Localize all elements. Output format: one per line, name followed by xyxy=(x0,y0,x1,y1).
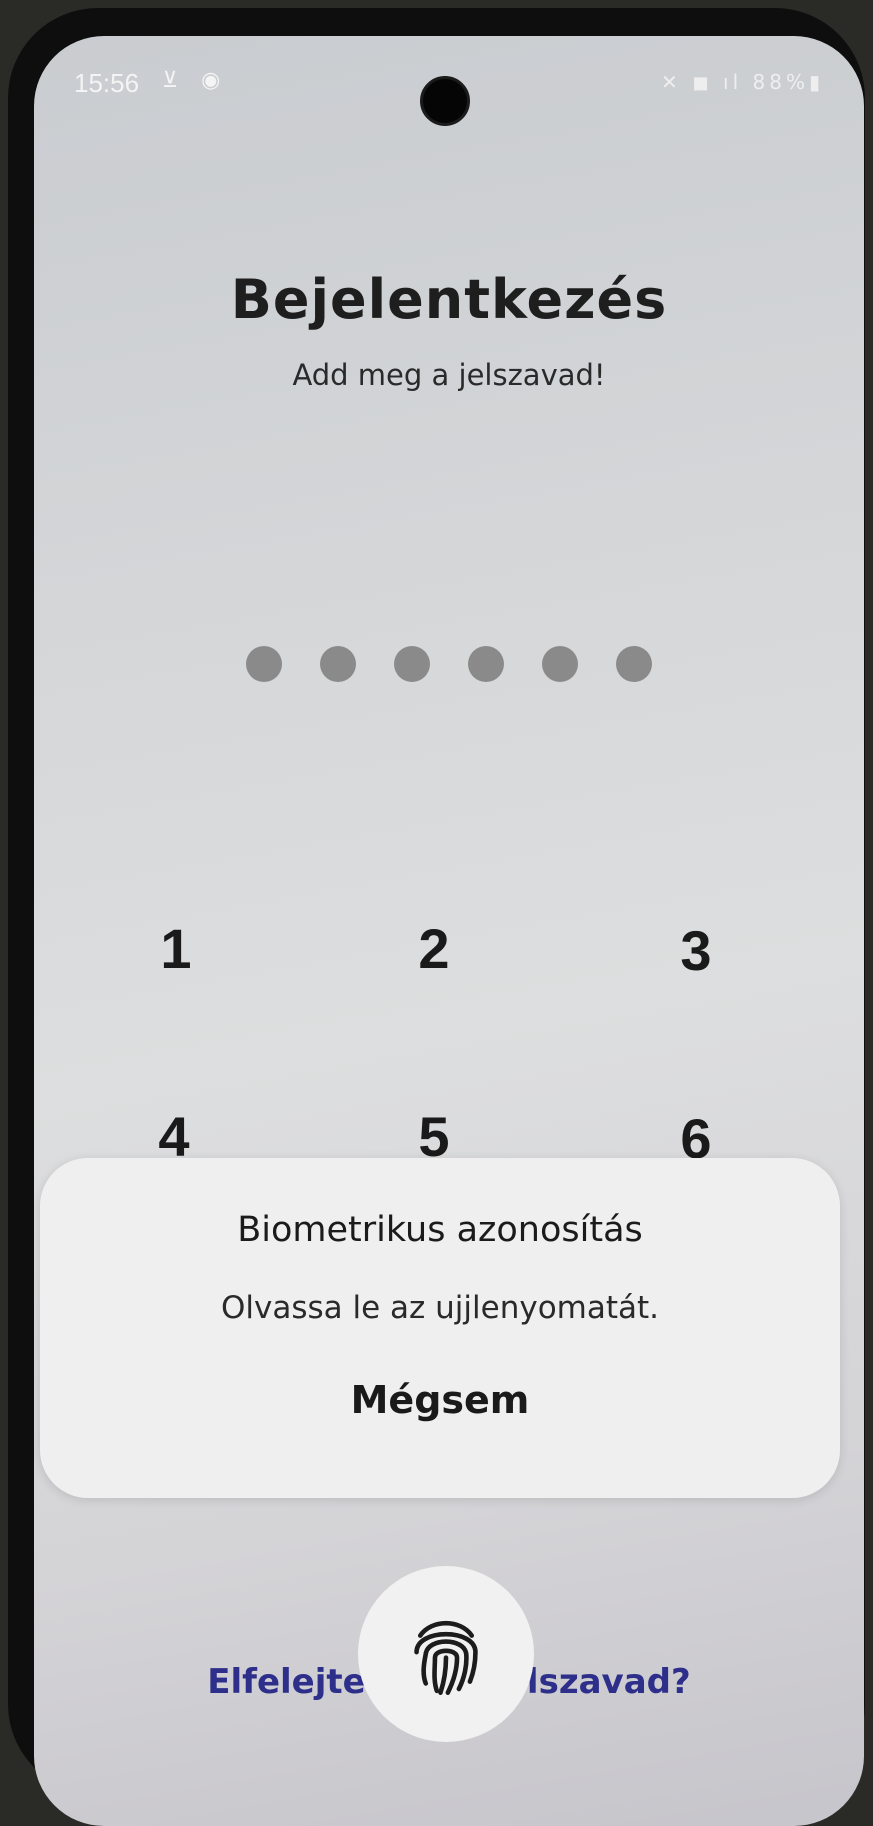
status-time: 15:56 xyxy=(74,68,140,98)
dialog-title: Biometrikus azonosítás xyxy=(237,1210,643,1250)
pin-dot xyxy=(320,646,356,682)
biometric-dialog: Biometrikus azonosítás Olvassa le az ujj… xyxy=(40,1158,840,1498)
status-notification-icons: ⊻ ◉ xyxy=(162,68,229,93)
front-camera-cutout xyxy=(420,76,470,126)
dialog-message: Olvassa le az ujjlenyomatát. xyxy=(220,1290,660,1326)
page-title: Bejelentkezés xyxy=(230,268,668,331)
keypad-key-1[interactable]: 1 xyxy=(116,916,236,981)
page-subtitle: Add meg a jelszavad! xyxy=(292,358,606,392)
cancel-button[interactable]: Mégsem xyxy=(290,1364,590,1436)
fingerprint-icon xyxy=(414,1621,478,1695)
pin-dot xyxy=(246,646,282,682)
screen: 15:56 ⊻ ◉ ✕ ◼ ıl 88%▮ Bejelentkezés Add … xyxy=(34,36,864,1826)
phone-frame: 15:56 ⊻ ◉ ✕ ◼ ıl 88%▮ Bejelentkezés Add … xyxy=(8,8,865,1826)
pin-dot xyxy=(468,646,504,682)
pin-dot xyxy=(542,646,578,682)
keypad-key-3[interactable]: 3 xyxy=(636,918,756,983)
pin-dot xyxy=(616,646,652,682)
keypad-key-2[interactable]: 2 xyxy=(374,916,494,981)
status-system-icons: ✕ ◼ ıl 88%▮ xyxy=(660,70,824,94)
pin-dot xyxy=(394,646,430,682)
pin-indicator xyxy=(34,646,864,682)
fingerprint-sensor[interactable] xyxy=(358,1566,534,1742)
